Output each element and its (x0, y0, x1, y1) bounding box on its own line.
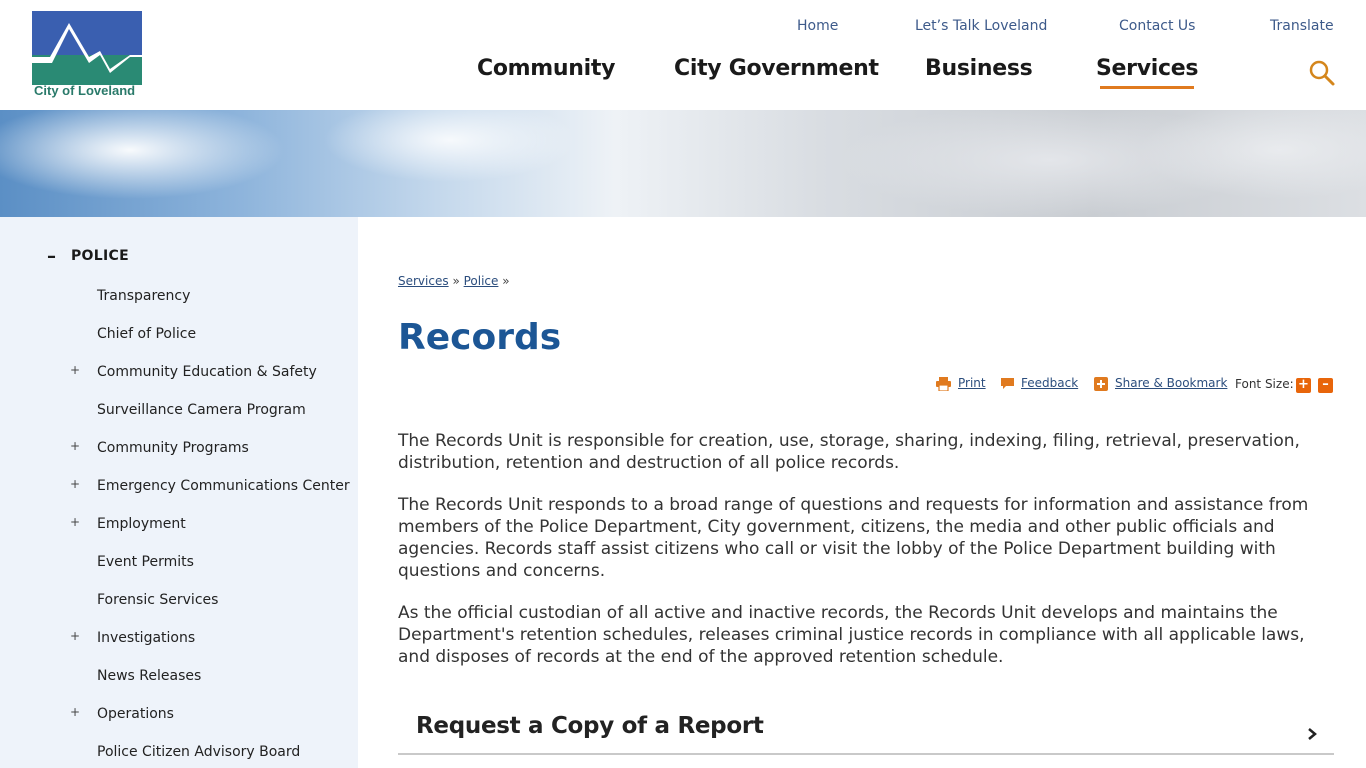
paragraph: The Records Unit is responsible for crea… (398, 431, 1300, 473)
expand-icon[interactable]: + (70, 363, 80, 377)
breadcrumb-link-police[interactable]: Police (464, 274, 499, 288)
breadcrumb-separator: » (502, 274, 510, 288)
expand-icon[interactable]: + (70, 439, 80, 453)
sidebar-item-news-releases[interactable]: News Releases (97, 668, 201, 684)
feedback-icon (1001, 378, 1014, 389)
page-title: Records (398, 317, 562, 358)
print-link[interactable]: Print (958, 376, 986, 390)
sidebar-section-police[interactable]: POLICE (71, 248, 129, 264)
paragraph: As the official custodian of all active … (398, 603, 1305, 667)
font-decrease-icon[interactable]: – (1318, 378, 1333, 393)
utility-link-lets-talk-loveland[interactable]: Let’s Talk Loveland (915, 18, 1047, 34)
paragraph: The Records Unit responds to a broad ran… (398, 495, 1309, 581)
site-header: City of Loveland Home Let’s Talk Lovelan… (0, 0, 1366, 110)
sidebar-item-chief-of-police[interactable]: Chief of Police (97, 326, 196, 342)
expand-icon[interactable]: + (70, 705, 80, 719)
search-icon (1309, 60, 1335, 86)
sidebar-item-community-programs[interactable]: Community Programs (97, 440, 249, 456)
sidebar-item-community-education-safety[interactable]: Community Education & Safety (97, 364, 317, 380)
sidebar-item-forensic-services[interactable]: Forensic Services (97, 592, 218, 608)
sidebar-item-investigations[interactable]: Investigations (97, 630, 195, 646)
share-bookmark-link[interactable]: Share & Bookmark (1115, 376, 1227, 390)
sidebar-nav: – POLICE Transparency Chief of Police + … (0, 217, 358, 768)
sidebar-item-police-citizen-advisory-board[interactable]: Police Citizen Advisory Board (97, 744, 300, 760)
breadcrumb-link-services[interactable]: Services (398, 274, 449, 288)
city-logo[interactable]: City of Loveland (32, 11, 142, 99)
sidebar-item-event-permits[interactable]: Event Permits (97, 554, 194, 570)
sidebar-item-emergency-communications-center[interactable]: Emergency Communications Center (97, 478, 350, 494)
nav-services[interactable]: Services (1096, 56, 1198, 89)
expand-icon[interactable]: + (70, 515, 80, 529)
share-icon (1094, 377, 1108, 391)
utility-link-translate[interactable]: Translate (1270, 18, 1334, 34)
feedback-link[interactable]: Feedback (1021, 376, 1078, 390)
utility-link-home[interactable]: Home (797, 18, 838, 34)
accordion-title: Request a Copy of a Report (416, 713, 764, 739)
chevron-right-icon (1308, 728, 1317, 740)
breadcrumb-separator: » (452, 274, 460, 288)
breadcrumb: Services » Police » (398, 274, 510, 288)
nav-community[interactable]: Community (477, 56, 615, 81)
font-increase-icon[interactable]: + (1296, 378, 1311, 393)
mountain-logo-icon (32, 23, 142, 73)
sidebar-item-operations[interactable]: Operations (97, 706, 174, 722)
sidebar-item-employment[interactable]: Employment (97, 516, 186, 532)
nav-business[interactable]: Business (925, 56, 1033, 81)
collapse-icon[interactable]: – (47, 246, 56, 267)
print-icon (936, 377, 951, 391)
logo-text: City of Loveland (34, 83, 136, 98)
sidebar-item-transparency[interactable]: Transparency (97, 288, 190, 304)
font-size-label: Font Size: (1235, 377, 1294, 391)
expand-icon[interactable]: + (70, 477, 80, 491)
search-button[interactable] (1308, 59, 1336, 87)
accordion-request-report[interactable]: Request a Copy of a Report (398, 703, 1334, 755)
utility-link-contact-us[interactable]: Contact Us (1119, 18, 1195, 34)
sidebar-item-surveillance-camera-program[interactable]: Surveillance Camera Program (97, 402, 306, 418)
expand-icon[interactable]: + (70, 629, 80, 643)
sky-banner-image (0, 110, 1366, 217)
nav-city-government[interactable]: City Government (674, 56, 879, 81)
